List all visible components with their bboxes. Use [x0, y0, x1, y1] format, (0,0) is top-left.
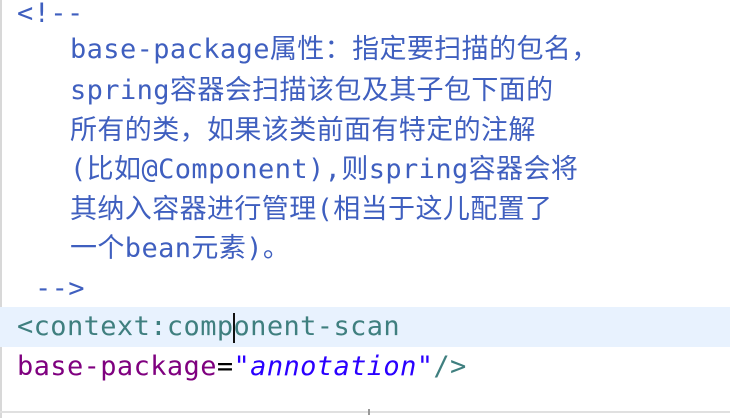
comment-line-1: base-package属性：指定要扫描的包名， [70, 34, 599, 65]
editor-bottom-border [0, 411, 730, 413]
comment-line-5: 其纳入容器进行管理(相当于这儿配置了 [70, 194, 553, 225]
code-editor[interactable]: <!-- base-package属性：指定要扫描的包名， spring容器会扫… [0, 0, 730, 418]
comment-line-6: 一个bean元素)。 [70, 233, 291, 264]
attribute-name: base-package [17, 351, 217, 382]
self-closing-tag-end: /> [433, 351, 467, 382]
comment-line-3: 所有的类，如果该类前面有特定的注解 [70, 115, 536, 146]
comment-line-4: (比如@Component),则spring容器会将 [70, 154, 579, 185]
attribute-equals: = [216, 351, 234, 382]
comment-close-line: --> [35, 273, 85, 304]
editor-bottom-tick [368, 409, 370, 415]
attribute-line: base-package="annotation"/> [0, 347, 730, 387]
comment-line-2: spring容器会扫描该包及其子包下面的 [70, 75, 554, 106]
comment-open-line: <!-- [17, 0, 84, 29]
attribute-value: "annotation" [233, 351, 434, 382]
context-tag-end: onent-scan [233, 311, 401, 342]
current-line-context-tag[interactable]: <context:component-scan [0, 307, 730, 347]
context-tag-start: <context:comp [17, 311, 234, 342]
